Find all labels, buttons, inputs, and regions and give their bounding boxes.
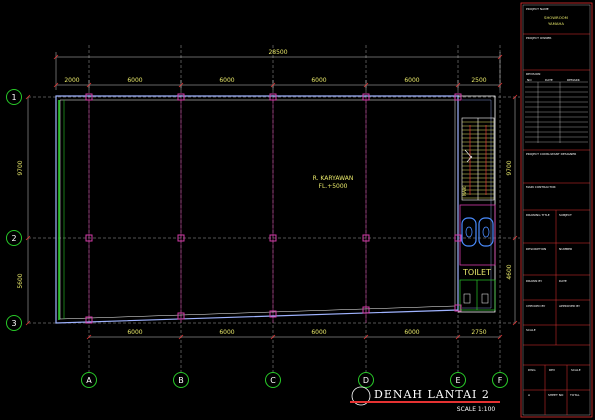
room-label: R. KARYAWAN xyxy=(313,175,354,182)
tb-sheet-val: SHEET NO xyxy=(548,393,564,397)
tb-rev-col: REMARK xyxy=(567,78,581,82)
tb-date-label: DATE xyxy=(559,279,567,283)
dim-bottom: 6000 xyxy=(404,329,419,336)
grid-col-label: C xyxy=(270,376,276,385)
tb-revision-label: REVISION xyxy=(526,72,540,76)
tb-subject-label: SUBJECT xyxy=(559,213,572,217)
toilet-area: NAIK xyxy=(459,186,496,311)
tb-drawing-label: DRAWING TITLE xyxy=(526,213,550,217)
dim-bottom: 2750 xyxy=(471,329,486,336)
dim-top: 2000 xyxy=(64,77,79,84)
dim-left: 9700 xyxy=(17,160,24,175)
dim-bottom: 6000 xyxy=(311,329,326,336)
grid-col-label: E xyxy=(455,376,460,385)
tb-scale-label: SCALE xyxy=(526,328,536,332)
building-outline xyxy=(55,95,496,324)
dim-right: 4600 xyxy=(506,264,513,279)
dim-left: 5600 xyxy=(17,273,24,288)
tb-sheet-val: TOTAL xyxy=(569,393,580,397)
tb-owner-label: PROJECT OWNER xyxy=(526,36,551,40)
dim-bottom: 6000 xyxy=(127,329,142,336)
dim-top: 6000 xyxy=(404,77,419,84)
tb-sheet-col: REV xyxy=(549,368,556,372)
svg-text:NAIK: NAIK xyxy=(462,186,467,196)
grid-row-label: 1 xyxy=(11,93,16,102)
toilet-label: TOILET xyxy=(462,268,491,277)
room-level: FL.+5000 xyxy=(319,183,348,190)
dim-top: 2500 xyxy=(471,77,486,84)
tb-consultant-label: PROJECT CONSULTANT DESIGNER xyxy=(526,152,576,156)
tb-rev-col: DATE xyxy=(545,78,553,82)
dim-top: 6000 xyxy=(219,77,234,84)
dimension-lines xyxy=(27,52,516,338)
tb-sheet-col: SCALE xyxy=(571,368,581,372)
drawing-title: DENAH LANTAI 2 xyxy=(374,388,490,401)
structural-columns xyxy=(85,93,462,324)
tb-project-name: SHOWROOM xyxy=(544,15,568,20)
tb-drawn-label: DRAWN BY xyxy=(526,279,542,283)
tb-sheet-val: A xyxy=(528,393,531,397)
grid-row-label: 3 xyxy=(11,319,16,328)
tb-number-label: NUMBER xyxy=(559,247,572,251)
dim-top: 6000 xyxy=(311,77,326,84)
grid-col-label: A xyxy=(86,376,92,385)
grid-col-label: B xyxy=(178,376,184,385)
grid-row-label: 2 xyxy=(11,234,16,243)
tb-checked-label: CHECKED BY xyxy=(526,304,545,308)
tb-approved-label: APPROVED BY xyxy=(559,304,580,308)
drawing-scale: SCALE 1:100 xyxy=(457,406,496,413)
tb-project-name: YAMAHA xyxy=(548,21,564,26)
dim-bottom: 6000 xyxy=(219,329,234,336)
grid-col-label: F xyxy=(498,376,503,385)
grid-bubbles-rows xyxy=(6,89,22,331)
tb-contractor-label: MAIN CONTRACTOR xyxy=(526,185,556,189)
dim-right: 9700 xyxy=(506,160,513,175)
tb-description-label: DESCRIPTION xyxy=(526,247,546,251)
dim-top: 6000 xyxy=(127,77,142,84)
tb-project-name-label: PROJECT NAME xyxy=(526,7,549,11)
grid-col-label: D xyxy=(363,376,369,385)
tb-sheet-col: DWG xyxy=(528,368,536,372)
title-block xyxy=(520,2,593,418)
floor-plan-drawing: NAIK R. KARYAWAN FL.+5000 TOILET 28500 2… xyxy=(6,2,593,418)
dimension-ticks xyxy=(25,54,518,340)
dim-overall: 28500 xyxy=(268,49,287,56)
tb-rev-col: NO xyxy=(527,78,532,82)
grid-bubbles-columns xyxy=(81,372,508,388)
